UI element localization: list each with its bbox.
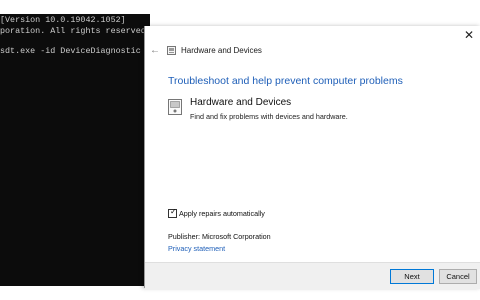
next-button[interactable]: Next [390,269,434,284]
dialog-footer: Next Cancel [145,262,480,289]
command-prompt-window: [Version 10.0.19042.1052] poration. All … [0,14,150,286]
hardware-devices-icon [167,46,176,55]
page-headline: Troubleshoot and help prevent computer p… [168,75,403,87]
apply-repairs-label[interactable]: Apply repairs automatically [179,209,265,218]
close-icon[interactable]: ✕ [462,28,476,42]
troubleshooter-item-title[interactable]: Hardware and Devices [190,97,291,109]
console-line-3: sdt.exe -id DeviceDiagnostic [0,46,141,56]
troubleshooter-icon [168,99,182,115]
apply-repairs-checkbox[interactable]: ✓ [168,207,177,218]
troubleshooter-dialog: ✕ ← Hardware and Devices Troubleshoot an… [144,26,480,289]
troubleshooter-item-description: Find and fix problems with devices and h… [190,112,348,121]
privacy-statement-link[interactable]: Privacy statement [168,244,225,253]
back-arrow-icon[interactable]: ← [149,45,161,57]
console-line-2: poration. All rights reserved. [0,26,150,36]
dialog-title: Hardware and Devices [181,46,262,55]
checkmark-icon: ✓ [170,207,177,216]
publisher-text: Publisher: Microsoft Corporation [168,232,271,241]
cancel-button[interactable]: Cancel [439,269,477,284]
console-line-1: [Version 10.0.19042.1052] [0,15,126,25]
